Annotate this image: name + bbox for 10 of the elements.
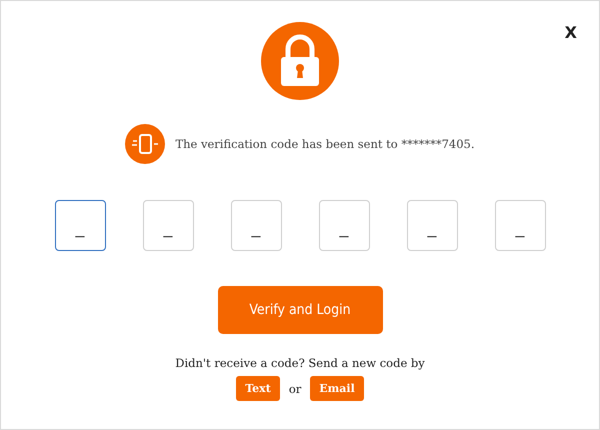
resend-email-button[interactable]: Email [310, 376, 364, 401]
resend-text-button[interactable]: Text [236, 376, 280, 401]
resend-prompt: Didn't receive a code? Send a new code by [175, 356, 425, 370]
or-label: or [288, 382, 302, 396]
code-digit-field[interactable]: _ [54, 200, 106, 251]
padlock-icon [261, 22, 339, 100]
phone-icon [125, 124, 166, 164]
close-button[interactable]: X [564, 23, 577, 42]
verify-login-button[interactable]: Verify and Login [218, 286, 382, 334]
verification-message: The verification code has been sent to *******7405. [175, 137, 475, 151]
